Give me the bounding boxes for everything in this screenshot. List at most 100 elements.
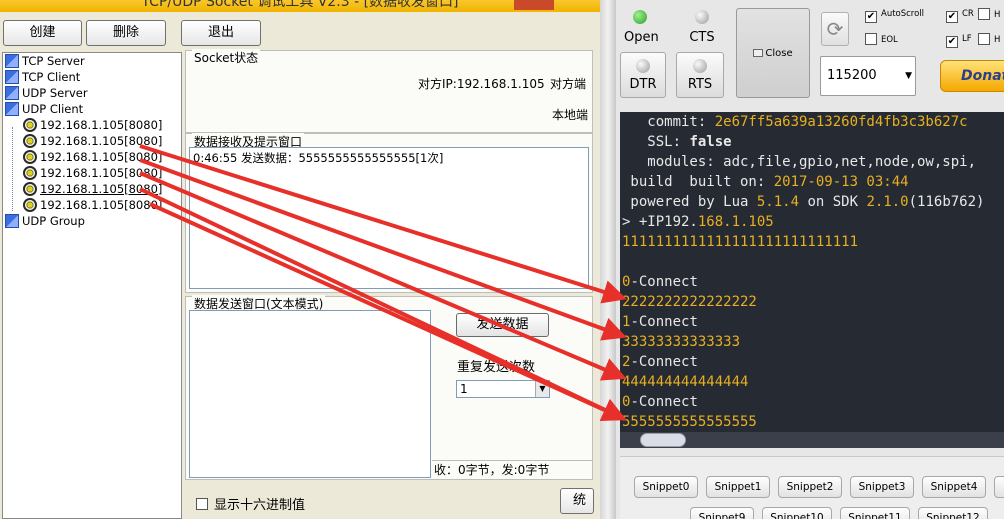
dropdown-arrow-icon[interactable]: ▼ <box>535 381 549 397</box>
dropdown-arrow-icon[interactable]: ▼ <box>905 57 912 95</box>
rts-label: RTS <box>687 77 713 92</box>
open-indicator[interactable]: Open <box>624 10 659 45</box>
cts-indicator: CTS <box>686 10 718 45</box>
snippet-button[interactable]: Snippet1 <box>706 476 770 498</box>
dtr-label: DTR <box>629 77 657 92</box>
plug-icon <box>753 49 764 57</box>
terminal-line: 1111111111111111111111111111 <box>622 234 859 250</box>
terminal-line: modules: adc,file,gpio,net,node,ow,spi, <box>622 154 977 170</box>
lf-label: LF <box>962 34 972 44</box>
checkbox-icon[interactable] <box>196 498 208 510</box>
snippet-button[interactable]: Snippet2 <box>778 476 842 498</box>
terminal-line: 0-Connect <box>622 274 698 290</box>
h-label: H <box>994 10 1001 20</box>
hex-display-label: 显示十六进制值 <box>214 498 306 513</box>
screenshot-root: TCP/UDP Socket 调试工具 V2.3 - [数据收发窗口] 创建 删… <box>0 0 1004 519</box>
h-label: H <box>994 35 1001 45</box>
terminal-line: 2-Connect <box>622 354 698 370</box>
eol-option[interactable]: EOL <box>865 33 898 47</box>
snippet-button[interactable]: Snippet4 <box>922 476 986 498</box>
snippet-button[interactable]: Snippet0 <box>634 476 698 498</box>
connection-icon <box>23 182 37 196</box>
hex-display-checkbox[interactable]: 显示十六进制值 <box>196 494 305 513</box>
window-close-button[interactable] <box>514 0 554 10</box>
autoscroll-label: AutoScroll <box>881 9 925 19</box>
lf-option[interactable]: ✔ LF <box>946 33 972 48</box>
check-icon[interactable]: ✔ <box>865 11 877 23</box>
h-option-top[interactable]: H <box>978 8 1000 22</box>
rts-led-icon <box>693 59 707 73</box>
exit-button[interactable]: 退出 <box>181 20 261 46</box>
snippet-button[interactable]: Snippet10 <box>762 507 832 519</box>
cr-label: CR <box>962 9 974 19</box>
tree-item-tcp-client[interactable]: TCP Client <box>5 69 80 85</box>
tree-item-udp-group[interactable]: UDP Group <box>5 213 85 229</box>
tree-item-connection[interactable]: 192.168.1.105[8080] <box>23 117 162 133</box>
scrollbar-thumb[interactable] <box>640 433 686 447</box>
tree-item-connection[interactable]: 192.168.1.105[8080] <box>23 197 162 213</box>
cr-option[interactable]: ✔ CR <box>946 8 974 23</box>
snippet-button-partial[interactable] <box>994 476 1004 498</box>
terminal-line: build built on: 2017-09-13 03:44 <box>622 174 909 190</box>
tree-item-connection-selected[interactable]: 192.168.1.105[8080] <box>23 181 162 197</box>
snippet-button[interactable]: Snippet12 <box>918 507 988 519</box>
create-button[interactable]: 创建 <box>3 20 82 46</box>
check-icon[interactable]: ✔ <box>946 36 958 48</box>
tcp-server-icon <box>5 54 19 68</box>
close-port-button[interactable]: Close <box>736 8 810 98</box>
dtr-led-icon <box>636 59 650 73</box>
open-label: Open <box>624 30 659 45</box>
check-icon[interactable]: ✔ <box>946 11 958 23</box>
delete-button[interactable]: 删除 <box>86 20 166 46</box>
snippet-button[interactable]: Snippet11 <box>840 507 910 519</box>
socket-tool-window: TCP/UDP Socket 调试工具 V2.3 - [数据收发窗口] 创建 删… <box>0 0 600 519</box>
tcp-client-icon <box>5 70 19 84</box>
tree-item-connection[interactable]: 192.168.1.105[8080] <box>23 149 162 165</box>
tree-item-connection[interactable]: 192.168.1.105[8080] <box>23 133 162 149</box>
udp-group-icon <box>5 214 19 228</box>
checkbox-icon[interactable] <box>865 33 877 45</box>
connection-icon <box>23 166 37 180</box>
tree-item-connection[interactable]: 192.168.1.105[8080] <box>23 165 162 181</box>
checkbox-icon[interactable] <box>978 33 990 45</box>
rts-button[interactable]: RTS <box>676 52 724 98</box>
terminal-line: 1-Connect <box>622 314 698 330</box>
h-option-bottom[interactable]: H <box>978 33 1000 47</box>
tree-item-udp-client[interactable]: UDP Client <box>5 101 83 117</box>
byte-stats: 收：0字节，发:0字节 <box>432 460 592 478</box>
refresh-icon[interactable]: ⟳ <box>821 12 849 46</box>
serial-terminal-output[interactable]: commit: 2e67ff5a639a13260fd4fb3c3b627c S… <box>620 112 1004 448</box>
terminal-line: > +IP192.168.1.105 <box>622 214 774 230</box>
repeat-count-select[interactable]: 1 ▼ <box>456 380 550 398</box>
tree-item-udp-server[interactable]: UDP Server <box>5 85 88 101</box>
horizontal-scrollbar[interactable] <box>620 432 1004 448</box>
connection-tree: TCP Server TCP Client UDP Server UDP Cli… <box>2 52 182 519</box>
baud-rate-select[interactable]: 115200 ▼ <box>820 56 916 96</box>
eol-label: EOL <box>881 35 898 45</box>
serial-terminal-window: Open CTS DTR RTS Close ⟳ ✔ AutoScroll EOL… <box>616 0 1004 519</box>
tree-item-tcp-server[interactable]: TCP Server <box>5 53 85 69</box>
local-port-label: 本地端 <box>552 108 589 122</box>
close-label: Close <box>765 48 793 59</box>
connection-icon <box>23 118 37 132</box>
dtr-button[interactable]: DTR <box>620 52 666 98</box>
donate-button[interactable]: Donat <box>940 60 1004 92</box>
snippet-button[interactable]: Snippet3 <box>850 476 914 498</box>
snippet-panel: Snippet0 Snippet1 Snippet2 Snippet3 Snip… <box>620 456 1004 519</box>
autoscroll-option[interactable]: ✔ AutoScroll <box>865 8 924 23</box>
udp-client-icon <box>5 102 19 116</box>
send-data-button[interactable]: 发送数据 <box>456 313 549 337</box>
continuous-send-button[interactable]: 统 <box>560 488 594 514</box>
terminal-line: 444444444444444 <box>622 374 749 390</box>
baud-rate-value: 115200 <box>827 68 877 83</box>
send-textarea[interactable] <box>189 310 431 478</box>
receive-log[interactable]: 0:46:55 发送数据：5555555555555555[1次] <box>189 147 589 289</box>
snippet-button[interactable]: Snippet9 <box>690 507 754 519</box>
terminal-line: 0-Connect <box>622 394 698 410</box>
terminal-line: powered by Lua 5.1.4 on SDK 2.1.0(116b76… <box>622 194 985 210</box>
window-divider <box>600 0 616 519</box>
peer-ip-label: 对方IP:192.168.1.105 <box>418 77 545 91</box>
checkbox-icon[interactable] <box>978 8 990 20</box>
cts-label: CTS <box>689 30 715 45</box>
udp-server-icon <box>5 86 19 100</box>
